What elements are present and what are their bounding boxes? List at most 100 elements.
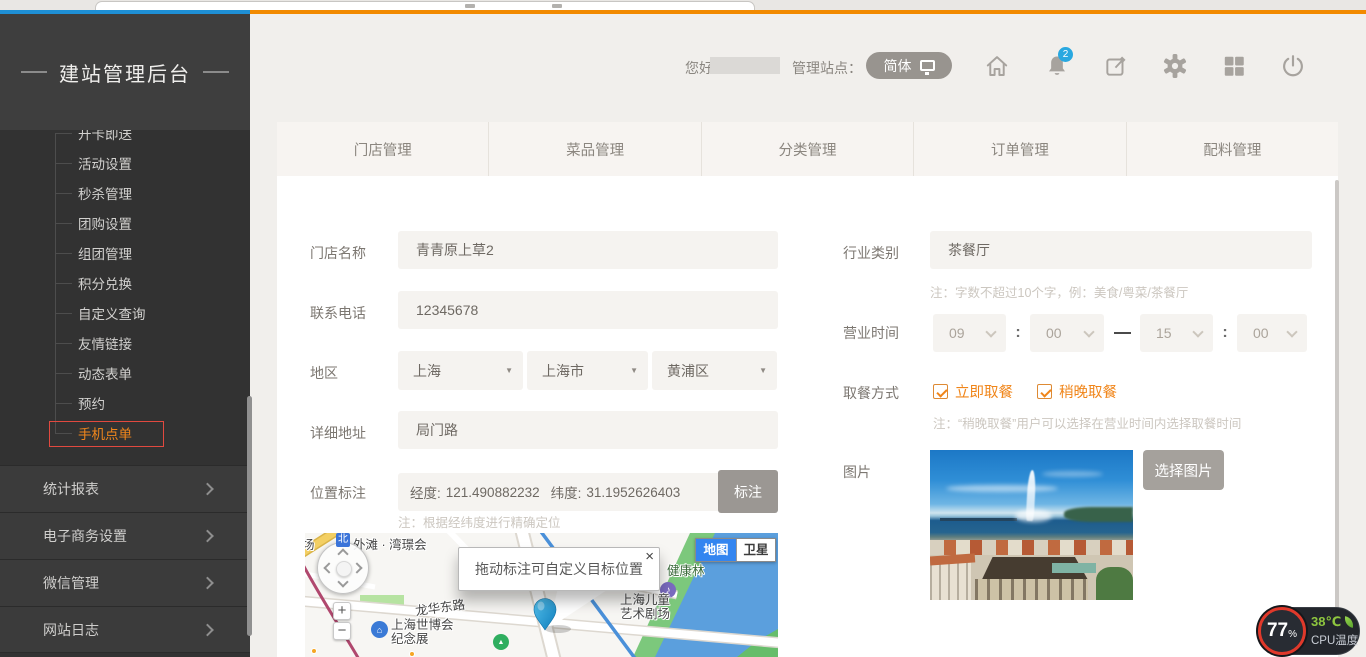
region-select-value: 上海市 [542,361,584,381]
hours-label: 营业时间 [843,323,899,343]
pickup-option-label: 立即取餐 [955,381,1013,402]
sidebar-groups: 统计报表电子商务设置微信管理网站日志 [0,465,250,653]
sidebar: 建站管理后台 开卡即送活动设置秒杀管理团购设置组团管理积分兑换自定义查询友情链接… [0,14,250,657]
cpu-percent-value: 77 [1267,620,1288,642]
sidebar-group-2[interactable]: 微信管理 [0,559,250,606]
sidebar-group-label: 网站日志 [43,620,99,640]
sidebar-item-6[interactable]: 自定义查询 [0,298,250,328]
map-zoom-out-button[interactable]: − [333,622,351,640]
content-scrollbar[interactable] [1335,180,1339,653]
pan-down-icon[interactable] [337,576,348,587]
industry-value: 茶餐厅 [948,240,990,260]
tab-4[interactable]: 配料管理 [1126,122,1338,176]
start-hour-value: 09 [949,325,965,341]
logout-power-icon[interactable] [1280,53,1306,79]
language-button[interactable]: 简体 [866,52,952,79]
region-label: 地区 [310,363,338,383]
tab-3[interactable]: 订单管理 [913,122,1125,176]
pickup-option-1[interactable]: 稍晚取餐 [1037,381,1117,402]
pickup-option-0[interactable]: 立即取餐 [933,381,1013,402]
chevron-right-icon [201,483,214,496]
sidebar-group-label: 统计报表 [43,479,99,499]
notifications-bell-icon[interactable]: 2 [1044,53,1070,79]
sidebar-item-2[interactable]: 秒杀管理 [0,178,250,208]
map-zoom-in-button[interactable]: + [333,602,351,620]
tab-2[interactable]: 分类管理 [701,122,913,176]
sidebar-group-1[interactable]: 电子商务设置 [0,512,250,559]
sidebar-item-8[interactable]: 动态表单 [0,358,250,388]
store-name-label: 门店名称 [310,243,366,263]
sidebar-submenu: 开卡即送活动设置秒杀管理团购设置组团管理积分兑换自定义查询友情链接动态表单预约手… [0,118,250,448]
cpu-temp-label: CPU温度 [1311,632,1358,648]
end-minute-select[interactable]: 00 [1237,314,1307,352]
end-hour-select[interactable]: 15 [1140,314,1213,352]
dropdown-arrow-icon: ▼ [759,366,767,375]
sidebar-item-label: 动态表单 [78,363,132,383]
sidebar-scrollbar[interactable] [247,396,252,636]
tooltip-close-icon[interactable]: × [645,549,654,564]
map-pan-control[interactable] [317,542,369,594]
business-hours-row: 09 : 00 15 : 00 [933,314,1307,352]
start-hour-select[interactable]: 09 [933,314,1006,352]
start-minute-select[interactable]: 00 [1030,314,1104,352]
sidebar-item-label: 自定义查询 [78,303,146,323]
app-window: 建站管理后台 开卡即送活动设置秒杀管理团购设置组团管理积分兑换自定义查询友情链接… [0,0,1366,657]
home-icon[interactable] [984,53,1010,79]
image-label: 图片 [843,462,871,482]
sidebar-item-5[interactable]: 积分兑换 [0,268,250,298]
pan-knob[interactable] [336,561,352,577]
notification-badge: 2 [1058,47,1073,62]
store-name-input[interactable]: 青青原上草2 [398,231,778,269]
chevron-down-icon [985,326,996,337]
map-widget[interactable]: 场 外滩 · 湾璟会 龙华东路 ⌂ 上海世博会 纪念展 ♪ 上海儿童 艺术剧场 … [305,533,778,657]
pan-up-icon[interactable] [337,548,348,559]
region-select-1[interactable]: 上海市▼ [527,351,648,390]
region-select-2[interactable]: 黄浦区▼ [652,351,777,390]
industry-input[interactable]: 茶餐厅 [930,231,1312,269]
orange-poi-dot [311,648,317,654]
sidebar-group-label: 微信管理 [43,573,99,593]
map-label-partial: 场 [305,534,315,553]
coordinates-field[interactable]: 经度: 121.490882232 纬度: 31.1952626403 [398,473,718,511]
sidebar-item-1[interactable]: 活动设置 [0,148,250,178]
pickup-note: 注：“稍晚取餐”用户可以选择在营业时间内选择取餐时间 [933,413,1241,432]
sidebar-item-label: 活动设置 [78,153,132,173]
chevron-down-icon [1083,326,1094,337]
map-type-satellite-button[interactable]: 卫星 [736,539,775,561]
map-type-map-button[interactable]: 地图 [696,539,736,561]
checkbox-checked-icon[interactable] [1037,384,1052,399]
time-colon: : [1213,324,1237,342]
settings-gear-icon[interactable] [1162,53,1188,79]
sidebar-item-7[interactable]: 友情链接 [0,328,250,358]
store-photo-preview [930,450,1133,600]
sidebar-item-10[interactable]: 手机点单 [0,418,250,448]
cpu-monitor-widget[interactable]: 77 % 38℃ CPU温度 [1258,607,1360,655]
pan-left-icon[interactable] [323,562,334,573]
map-label-bund: 外滩 · 湾璟会 [353,534,427,553]
map-label-expo-line1: 上海世博会 [391,618,454,632]
phone-input[interactable]: 12345678 [398,291,778,329]
latitude-value: 31.1952626403 [586,485,680,500]
tab-1[interactable]: 菜品管理 [488,122,700,176]
longitude-value: 121.490882232 [446,485,540,500]
checkbox-checked-icon[interactable] [933,384,948,399]
mark-location-button[interactable]: 标注 [718,470,778,513]
title-dash [203,71,229,73]
address-label: 详细地址 [310,423,366,443]
sidebar-group-0[interactable]: 统计报表 [0,465,250,512]
edit-icon[interactable] [1103,53,1129,79]
region-select-0[interactable]: 上海▼ [398,351,523,390]
sidebar-item-9[interactable]: 预约 [0,388,250,418]
choose-image-button[interactable]: 选择图片 [1143,450,1224,490]
apps-grid-icon[interactable] [1221,53,1247,79]
sidebar-item-label: 积分兑换 [78,273,132,293]
pickup-label: 取餐方式 [843,383,899,403]
dropdown-arrow-icon: ▼ [505,366,513,375]
address-input[interactable]: 局门路 [398,411,778,449]
pan-right-icon[interactable] [351,562,362,573]
sidebar-item-3[interactable]: 团购设置 [0,208,250,238]
sidebar-item-4[interactable]: 组团管理 [0,238,250,268]
park-poi-icon: ▲ [493,634,509,650]
tab-0[interactable]: 门店管理 [277,122,488,176]
sidebar-group-3[interactable]: 网站日志 [0,606,250,653]
